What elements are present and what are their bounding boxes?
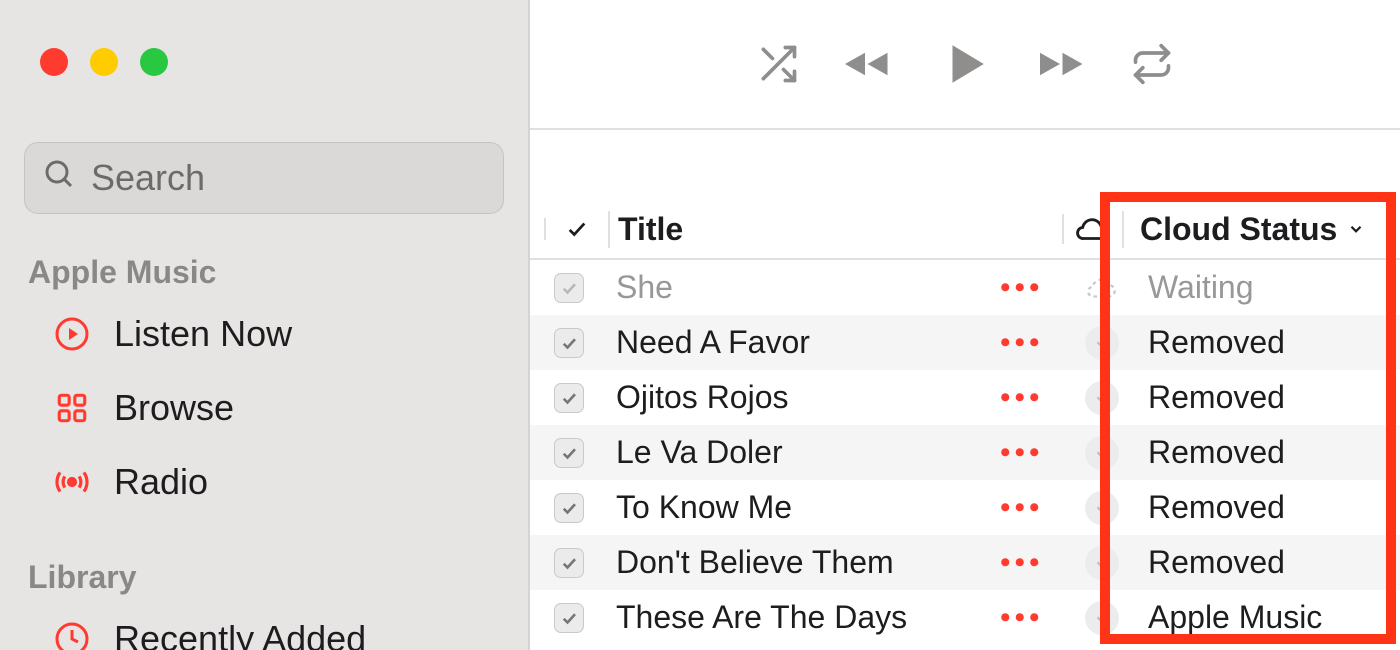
play-button[interactable] [940, 39, 990, 89]
column-title[interactable]: Title [608, 211, 1062, 248]
cloud-status-value: Removed [1132, 324, 1400, 361]
sidebar-item-listen-now[interactable]: Listen Now [0, 297, 528, 371]
repeat-button[interactable] [1130, 42, 1174, 86]
window-controls [0, 0, 528, 76]
play-circle-icon [52, 314, 92, 354]
table-row[interactable]: She•••Waiting [530, 260, 1400, 315]
row-checkbox[interactable] [554, 438, 584, 468]
column-cloud-icon[interactable] [1062, 214, 1122, 244]
sidebar-item-radio[interactable]: Radio [0, 445, 528, 519]
minimize-window-button[interactable] [90, 48, 118, 76]
row-checkbox[interactable] [554, 603, 584, 633]
song-title: Need A Favor [608, 324, 1000, 361]
sidebar-item-label: Radio [114, 461, 208, 503]
search-field[interactable] [24, 142, 504, 214]
download-icon[interactable] [1085, 491, 1119, 525]
row-checkbox[interactable] [554, 273, 584, 303]
main-content: Title Cloud Status She•••WaitingNeed A F… [530, 0, 1400, 650]
cloud-status-value: Removed [1132, 379, 1400, 416]
cloud-status-value: Removed [1132, 489, 1400, 526]
chevron-down-icon [1347, 220, 1365, 238]
download-icon[interactable] [1085, 326, 1119, 360]
search-icon [43, 157, 75, 199]
previous-button[interactable] [840, 42, 900, 86]
table-row[interactable]: Don't Believe Them•••Removed [530, 535, 1400, 590]
table-row[interactable]: To Know Me•••Removed [530, 480, 1400, 535]
download-icon[interactable] [1085, 601, 1119, 635]
cloud-status-value: Waiting [1132, 269, 1400, 306]
close-window-button[interactable] [40, 48, 68, 76]
table-row[interactable]: These Are The Days•••Apple Music [530, 590, 1400, 645]
sidebar-section-library: Library [0, 519, 528, 602]
search-input[interactable] [91, 157, 485, 199]
grid-icon [52, 388, 92, 428]
clock-icon [52, 619, 92, 650]
download-icon[interactable] [1085, 546, 1119, 580]
next-button[interactable] [1030, 42, 1090, 86]
table-row[interactable]: Need A Favor•••Removed [530, 315, 1400, 370]
player-controls [530, 0, 1400, 130]
column-checkmark[interactable] [544, 218, 608, 240]
column-cloud-status[interactable]: Cloud Status [1122, 211, 1390, 248]
sidebar-item-label: Browse [114, 387, 234, 429]
cloud-status-value: Removed [1132, 434, 1400, 471]
sidebar-item-label: Listen Now [114, 313, 292, 355]
song-title: These Are The Days [608, 599, 1000, 636]
sidebar: Apple Music Listen Now Browse Radio [0, 0, 530, 650]
row-checkbox[interactable] [554, 328, 584, 358]
song-title: Don't Believe Them [608, 544, 1000, 581]
table-row[interactable]: Le Va Doler•••Removed [530, 425, 1400, 480]
cloud-status-value: Removed [1132, 544, 1400, 581]
row-checkbox[interactable] [554, 548, 584, 578]
song-title: She [608, 269, 1000, 306]
radio-icon [52, 462, 92, 502]
sidebar-item-browse[interactable]: Browse [0, 371, 528, 445]
row-checkbox[interactable] [554, 383, 584, 413]
sidebar-item-label: Recently Added [114, 618, 366, 650]
song-list-area: Title Cloud Status She•••WaitingNeed A F… [530, 130, 1400, 650]
shuffle-button[interactable] [756, 42, 800, 86]
song-rows: She•••WaitingNeed A Favor•••RemovedOjito… [530, 260, 1400, 645]
table-header: Title Cloud Status [530, 200, 1400, 260]
maximize-window-button[interactable] [140, 48, 168, 76]
cloud-status-value: Apple Music [1132, 599, 1400, 636]
column-cloud-status-label: Cloud Status [1140, 211, 1337, 248]
download-icon[interactable] [1085, 381, 1119, 415]
download-icon[interactable] [1085, 436, 1119, 470]
sidebar-item-recently-added[interactable]: Recently Added [0, 602, 528, 650]
row-checkbox[interactable] [554, 493, 584, 523]
sidebar-section-apple-music: Apple Music [0, 214, 528, 297]
table-row[interactable]: Ojitos Rojos•••Removed [530, 370, 1400, 425]
song-title: To Know Me [608, 489, 1000, 526]
song-title: Le Va Doler [608, 434, 1000, 471]
song-title: Ojitos Rojos [608, 379, 1000, 416]
cloud-waiting-icon [1072, 275, 1132, 301]
